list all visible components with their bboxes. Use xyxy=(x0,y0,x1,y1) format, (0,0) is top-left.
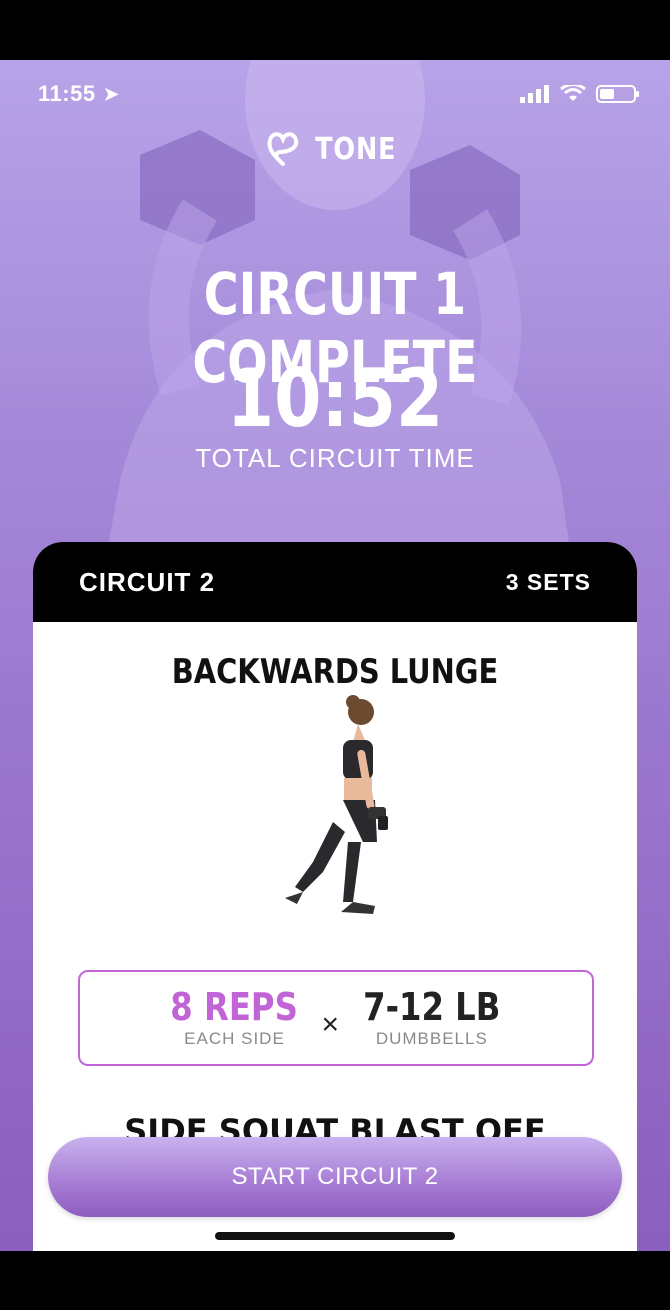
tone-heart-icon xyxy=(267,132,299,166)
tone-logo: TONE xyxy=(0,130,670,168)
workout-complete-screen: 11:55 ➤ TONE CIRCUIT 1 COMPLETE 10:52 TO… xyxy=(0,60,670,1251)
reps-weight-box: 8 REPS EACH SIDE × 7-12 LB DUMBBELLS xyxy=(78,970,594,1066)
status-time: 11:55 xyxy=(38,81,96,106)
bottom-black-bar xyxy=(0,1251,670,1310)
brand-name: TONE xyxy=(315,131,397,167)
circuit-sets: 3 SETS xyxy=(505,568,591,595)
exercise-demo-image xyxy=(285,695,388,914)
reps-group: 8 REPS EACH SIDE xyxy=(159,987,309,1049)
start-circuit-button[interactable]: START CIRCUIT 2 xyxy=(48,1137,622,1217)
weight-group: 7-12 LB DUMBBELLS xyxy=(351,987,513,1049)
total-circuit-time: 10:52 xyxy=(226,352,444,445)
total-circuit-time-label: TOTAL CIRCUIT TIME xyxy=(195,443,475,473)
status-bar: 11:55 ➤ xyxy=(38,80,640,108)
wifi-icon xyxy=(560,85,586,101)
location-arrow-icon: ➤ xyxy=(103,83,119,104)
card-header: CIRCUIT 2 3 SETS xyxy=(33,542,637,622)
reps-sub-label: EACH SIDE xyxy=(184,1029,285,1048)
weight-sub-label: DUMBBELLS xyxy=(375,1029,488,1048)
signal-icon xyxy=(520,85,549,103)
circuit-title: CIRCUIT 2 xyxy=(79,566,216,597)
exercise-name: BACKWARDS LUNGE xyxy=(171,652,499,692)
battery-icon xyxy=(596,85,639,103)
home-indicator[interactable] xyxy=(215,1232,455,1240)
reps-value: 8 REPS xyxy=(170,985,299,1029)
times-symbol: × xyxy=(321,1008,340,1041)
weight-value: 7-12 LB xyxy=(363,985,501,1029)
top-black-bar xyxy=(0,0,670,60)
